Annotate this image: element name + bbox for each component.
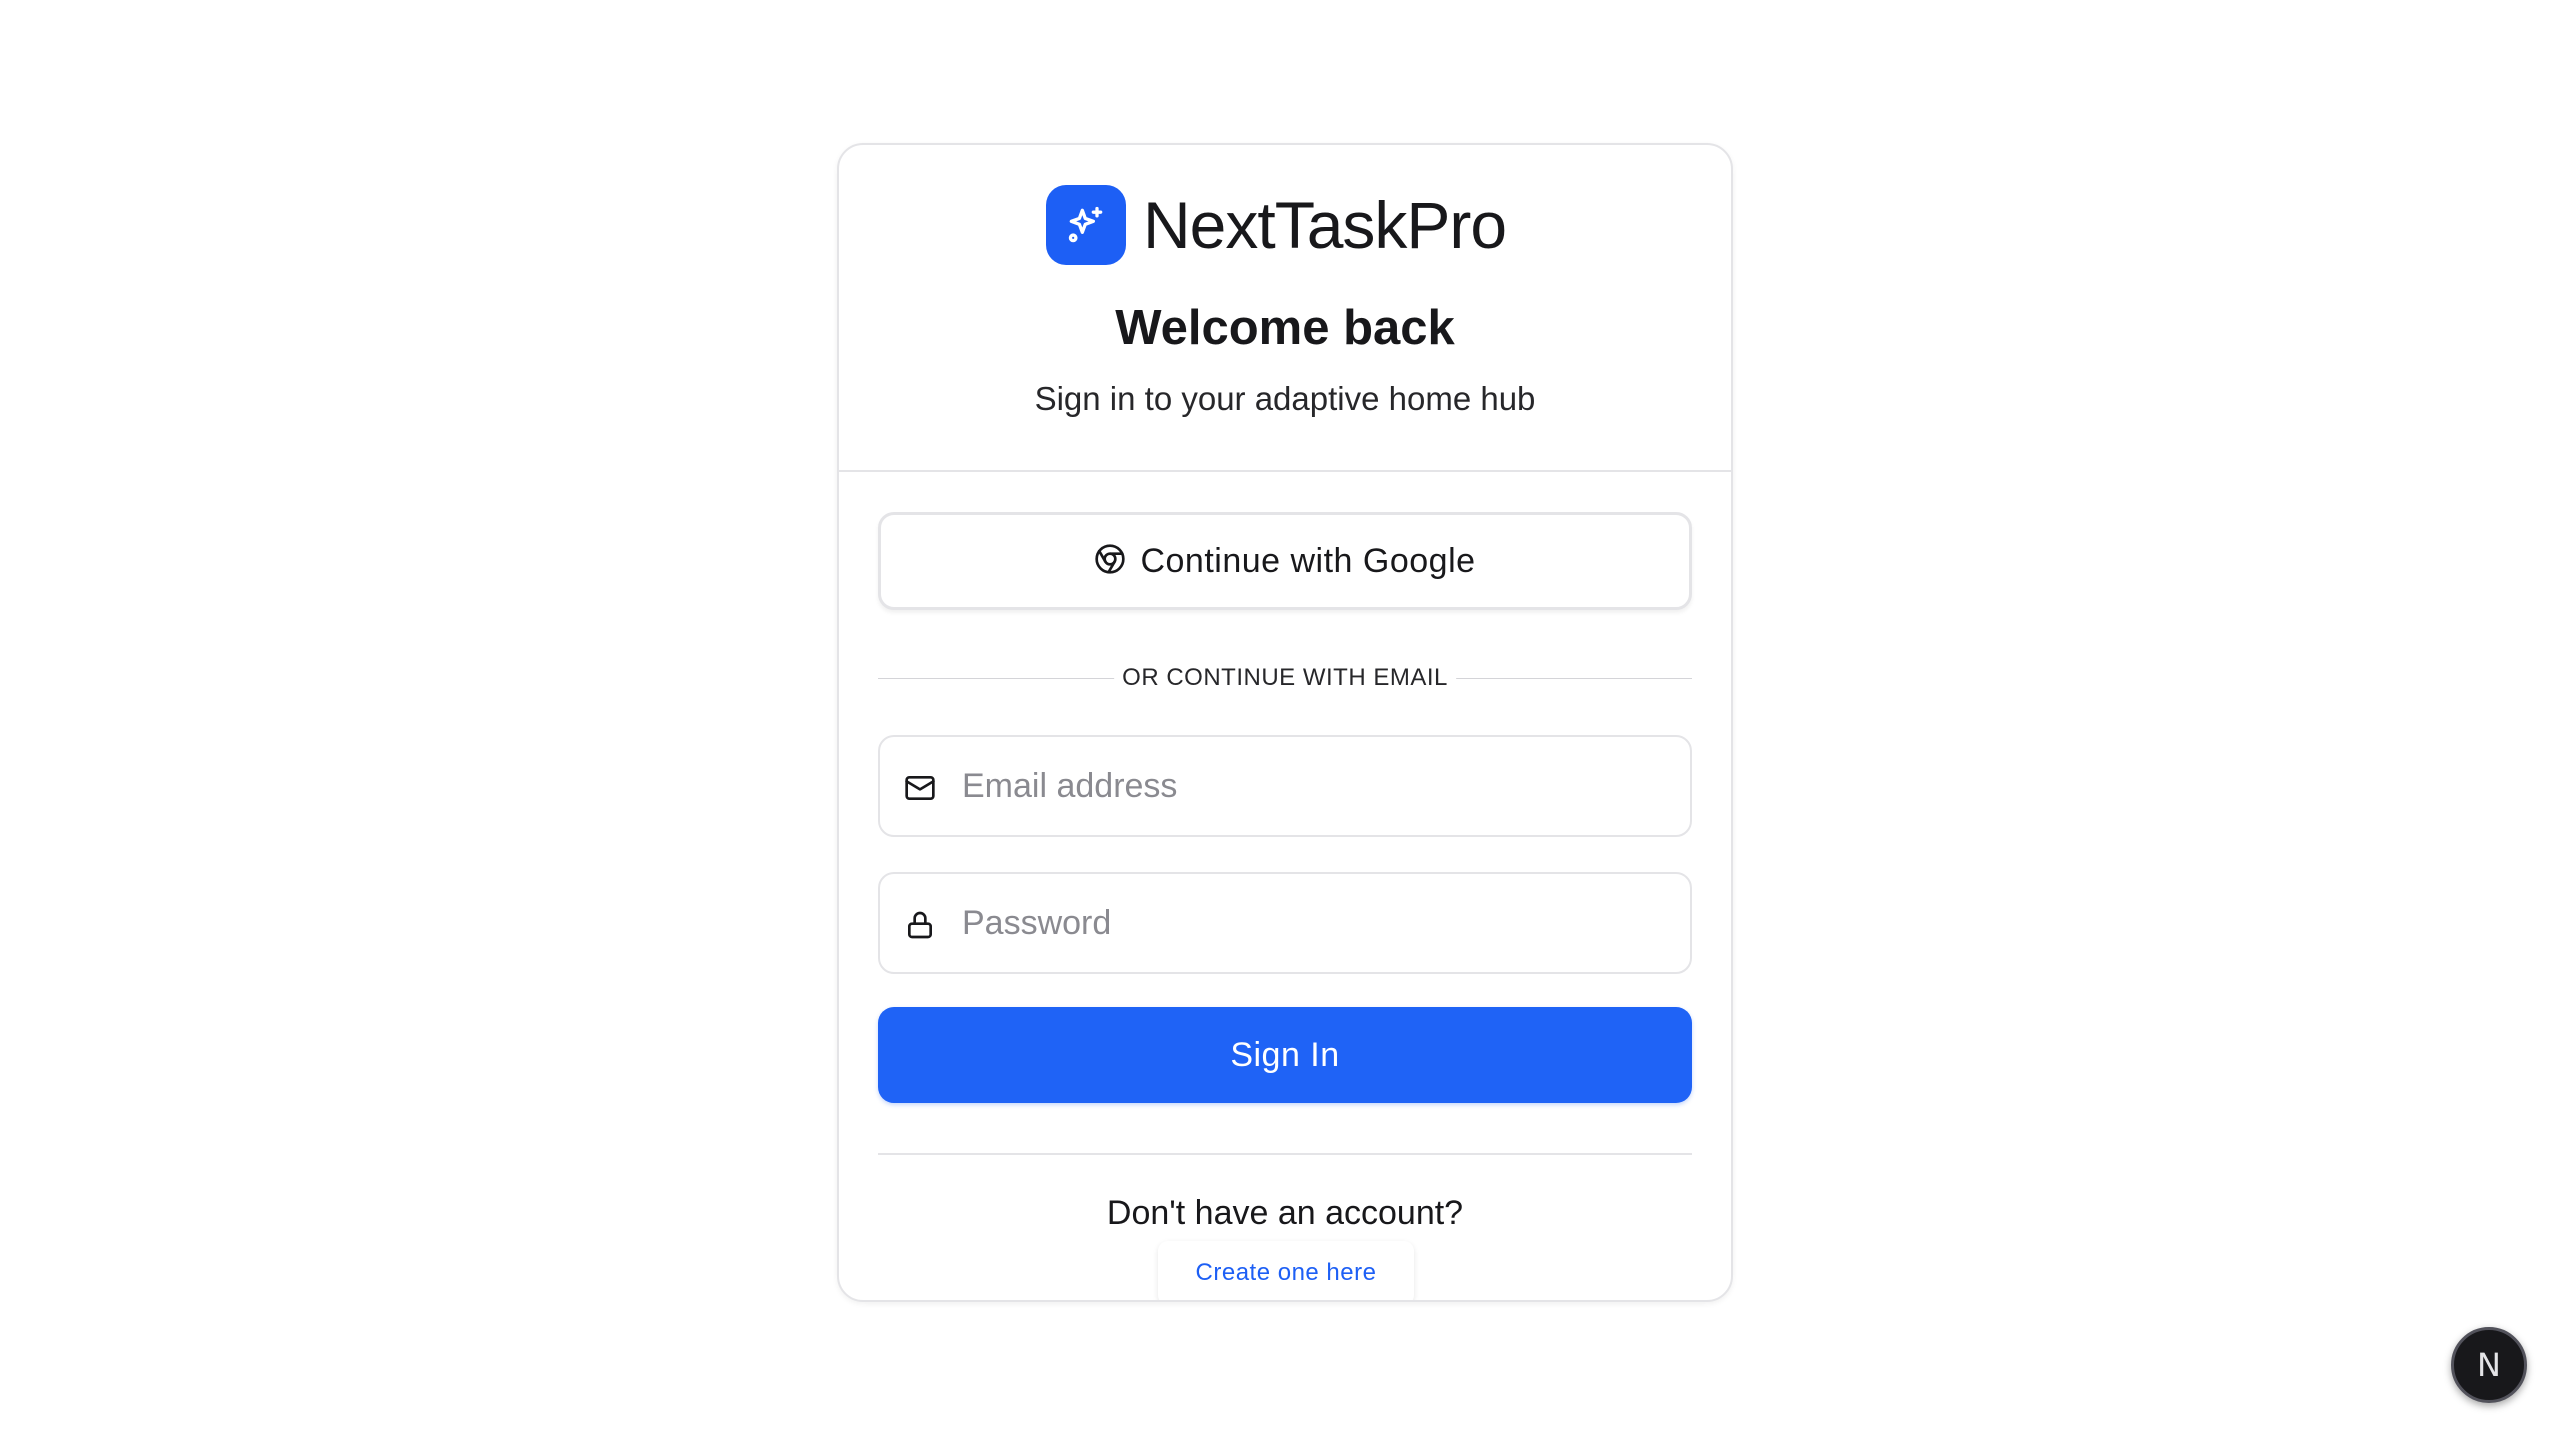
mail-icon [904, 772, 936, 804]
card-header: NextTaskPro Welcome back Sign in to your… [839, 145, 1731, 472]
sign-in-button[interactable]: Sign In [878, 1007, 1692, 1103]
brand-name: NextTaskPro [1143, 188, 1507, 262]
continue-with-google-label: Continue with Google [1140, 541, 1476, 580]
password-field[interactable] [878, 872, 1692, 974]
email-divider: OR CONTINUE WITH EMAIL [878, 658, 1692, 698]
sparkles-icon [1046, 185, 1126, 265]
divider-text: OR CONTINUE WITH EMAIL [1114, 658, 1456, 698]
brand: NextTaskPro [1046, 185, 1507, 265]
footer-divider [878, 1153, 1692, 1155]
password-input[interactable] [960, 874, 1670, 972]
continue-with-google-button[interactable]: Continue with Google [878, 512, 1692, 610]
signup-prompt: Don't have an account? [1106, 1194, 1464, 1232]
nextjs-dev-badge[interactable]: N [2451, 1327, 2527, 1403]
email-input[interactable] [960, 737, 1670, 835]
email-field[interactable] [878, 735, 1692, 837]
lock-icon [904, 909, 936, 941]
chrome-icon [1094, 543, 1126, 580]
page-title: Welcome back [1115, 301, 1455, 355]
page-subtitle: Sign in to your adaptive home hub [1034, 380, 1536, 417]
create-account-link[interactable]: Create one here [1158, 1241, 1414, 1300]
login-card: NextTaskPro Welcome back Sign in to your… [837, 143, 1733, 1302]
